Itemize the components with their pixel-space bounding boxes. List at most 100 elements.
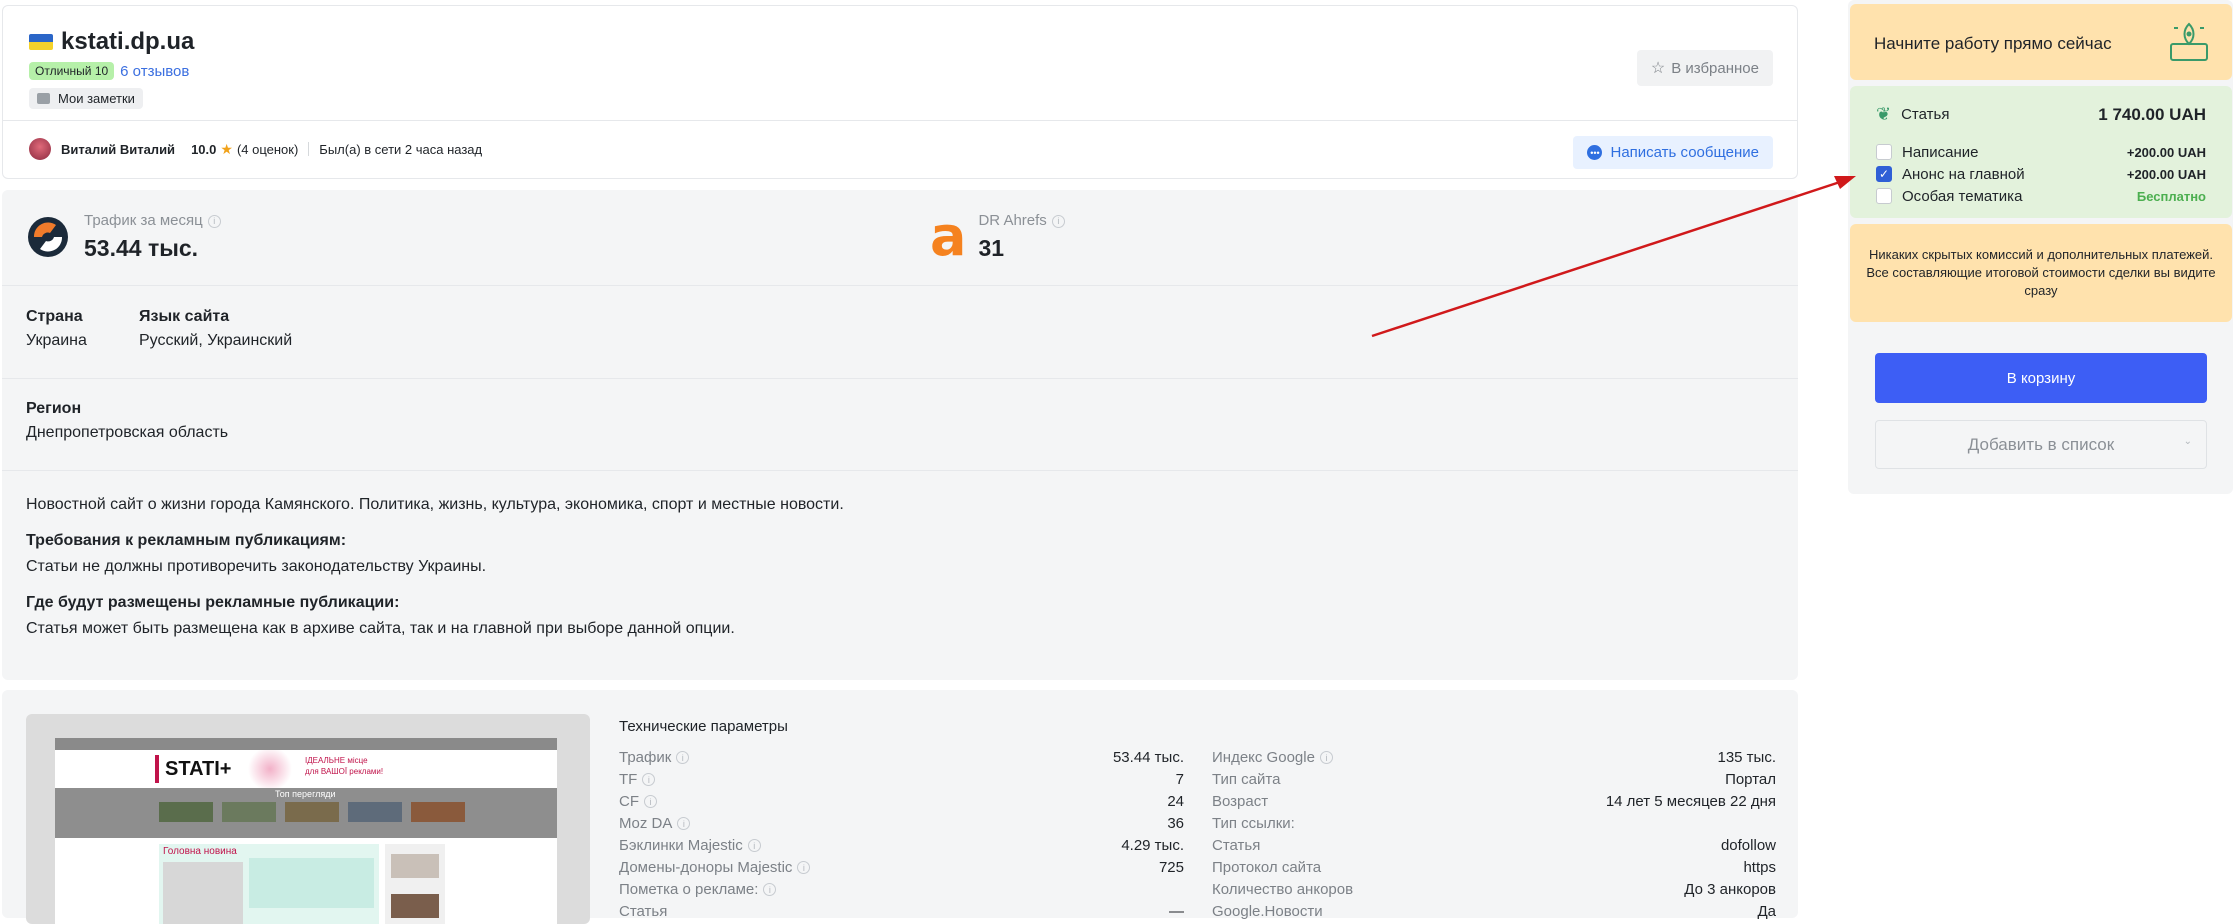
- table-row: Тип ссылки:: [1212, 814, 1295, 832]
- owner-ratings-count: (4 оценок): [236, 141, 299, 157]
- site-info-panel: Трафик за месяц i 53.44 тыс. a DR Ahrefs i…: [2, 190, 1798, 680]
- language-label: Язык сайта: [139, 308, 230, 325]
- thumb-top-bar: Топ перегляди: [55, 788, 557, 838]
- table-row: TF i 7: [619, 770, 1184, 788]
- ad-requirements-title: Требования к рекламным публикациям:: [26, 532, 347, 549]
- header-divider: [3, 120, 1797, 121]
- site-screenshot[interactable]: STATI+ ІДЕАЛЬНЕ місце для ВАШОЇ реклами!…: [26, 714, 590, 924]
- info-icon[interactable]: i: [797, 861, 811, 875]
- rating-badge: Отличный 10: [29, 62, 115, 80]
- table-row: Тип сайта Портал: [1212, 770, 1776, 788]
- add-to-list-label: Добавить в список: [1967, 434, 2115, 454]
- table-row: Google.Новости Да: [1212, 902, 1776, 920]
- site-header-card: kstati.dp.ua Отличный 10 6 отзывов Мои з…: [2, 5, 1798, 179]
- separator: [308, 142, 310, 156]
- feather-icon: ❦: [1876, 104, 1892, 124]
- no-hidden-fees-notice: Никаких скрытых комиссий и дополнительны…: [1850, 224, 2232, 322]
- options-box: ❦ Статья 1 740.00 UAH Написание +200.00 …: [1850, 86, 2232, 218]
- favorites-label: В избранное: [1671, 59, 1759, 77]
- info-icon[interactable]: i: [677, 817, 691, 831]
- reviews-link[interactable]: 6 отзывов: [120, 63, 189, 80]
- rocket-laptop-icon: [2170, 22, 2208, 61]
- tech-params-right: Индекс Google i 135 тыс. Тип сайта Портал В…: [1212, 746, 1776, 922]
- table-row: Возраст 14 лет 5 месяцев 22 дня: [1212, 792, 1776, 810]
- placement-text: Статья может быть размещена как в архиве…: [26, 620, 735, 637]
- add-to-favorites-button[interactable]: ☆ В избранное: [1636, 50, 1773, 86]
- table-row: Протокол сайта https: [1212, 858, 1776, 876]
- owner-name[interactable]: Виталий Виталий: [61, 142, 175, 157]
- info-icon[interactable]: i: [1051, 214, 1065, 228]
- homepage-announcement-checkbox[interactable]: ✓: [1876, 166, 1892, 182]
- divider: [2, 285, 1798, 286]
- thumb-top-caption: Топ перегляди: [275, 789, 336, 799]
- region-value: Днепропетровская область: [26, 424, 229, 441]
- divider: [2, 378, 1798, 379]
- product-label: Статья: [1901, 106, 1950, 123]
- thumb-splash: [245, 750, 295, 788]
- table-row: Домены-доноры Majestic i 725: [619, 858, 1184, 876]
- write-message-button[interactable]: ••• Написать сообщение: [1573, 136, 1773, 169]
- ahrefs-icon: a: [930, 205, 967, 268]
- option-price-free: Бесплатно: [2136, 188, 2206, 204]
- info-icon[interactable]: i: [763, 883, 777, 897]
- thumb-nav-bar: [55, 738, 557, 750]
- my-notes-label: Мои заметки: [58, 91, 135, 106]
- thumb-ad-line2: для ВАШОЇ реклами!: [305, 767, 384, 776]
- info-icon[interactable]: i: [207, 214, 221, 228]
- info-icon[interactable]: i: [676, 751, 690, 765]
- info-icon[interactable]: i: [644, 795, 657, 809]
- tech-params-panel: STATI+ ІДЕАЛЬНЕ місце для ВАШОЇ реклами!…: [2, 690, 1798, 924]
- language-value: Русский, Украинский: [139, 332, 293, 349]
- placement-title: Где будут размещены рекламные публикации…: [26, 594, 400, 611]
- option-homepage-announcement[interactable]: ✓ Анонс на главной +200.00 UAH: [1876, 163, 2206, 185]
- region-label: Регион: [26, 400, 82, 417]
- table-row: CF i 24: [619, 792, 1184, 810]
- option-special-topic[interactable]: Особая тематика Бесплатно: [1876, 185, 2206, 207]
- divider: [2, 470, 1798, 471]
- table-row: Пометка о рекламе: i: [619, 878, 1184, 900]
- info-icon[interactable]: i: [642, 773, 656, 787]
- table-row: Статья dofollow: [1212, 836, 1776, 854]
- traffic-label: Трафик за месяц: [84, 212, 203, 229]
- writing-checkbox[interactable]: [1876, 144, 1892, 160]
- add-to-cart-button[interactable]: В корзину: [1875, 353, 2207, 403]
- owner-score: 10.0: [191, 141, 217, 157]
- thumb-logo: STATI+: [165, 758, 232, 780]
- table-row: Moz DA i 36: [619, 814, 1184, 832]
- tech-params-left: Трафик i 53.44 тыс. TF i 7 CF i 24 Moz DA i 36 Б…: [619, 746, 1184, 922]
- add-to-list-dropdown[interactable]: Добавить в список ⌄: [1875, 420, 2207, 469]
- add-to-cart-label: В корзину: [2006, 369, 2076, 387]
- chat-icon: •••: [1587, 145, 1603, 160]
- special-topic-checkbox[interactable]: [1876, 188, 1892, 204]
- table-row: Индекс Google i 135 тыс.: [1212, 748, 1776, 766]
- info-icon[interactable]: i: [747, 839, 761, 853]
- site-title: kstati.dp.ua: [61, 28, 195, 55]
- ukraine-flag-icon: [29, 34, 53, 50]
- info-icon[interactable]: i: [1319, 751, 1333, 765]
- my-notes-chip[interactable]: Мои заметки: [29, 88, 143, 109]
- thumb-main-news: Головна новина: [163, 846, 237, 857]
- similarweb-icon: [28, 217, 68, 257]
- table-row: Статья —: [619, 902, 1184, 920]
- tech-params-title: Технические параметры: [619, 718, 788, 735]
- traffic-value: 53.44 тыс.: [84, 235, 199, 261]
- thumb-logo-mark: [155, 755, 159, 783]
- notice-text: Никаких скрытых комиссий и дополнительны…: [1866, 247, 2216, 298]
- dr-ahrefs-label: DR Ahrefs: [978, 212, 1047, 229]
- owner-online-status: Был(а) в сети 2 часа назад: [319, 141, 483, 157]
- start-now-banner: Начните работу прямо сейчас: [1850, 4, 2232, 80]
- table-row: Трафик i 53.44 тыс.: [619, 748, 1184, 766]
- option-price: +200.00 UAH: [2126, 166, 2206, 182]
- country-value: Украина: [26, 332, 87, 349]
- option-price: +200.00 UAH: [2126, 144, 2206, 160]
- product-price: 1 740.00 UAH: [2098, 104, 2206, 124]
- table-row: Количество анкоров До 3 анкоров: [1212, 880, 1776, 898]
- star-outline-icon: ☆: [1650, 60, 1666, 77]
- option-writing[interactable]: Написание +200.00 UAH: [1876, 141, 2206, 163]
- thumb-ad-line1: ІДЕАЛЬНЕ місце: [305, 756, 368, 765]
- write-message-label: Написать сообщение: [1610, 144, 1759, 161]
- chevron-down-icon: ⌄: [2183, 436, 2192, 447]
- site-description: Новостной сайт о жизни города Камянского…: [26, 496, 844, 513]
- star-icon: ★: [220, 140, 233, 157]
- ad-requirements-text: Статьи не должны противоречить законодат…: [26, 558, 487, 575]
